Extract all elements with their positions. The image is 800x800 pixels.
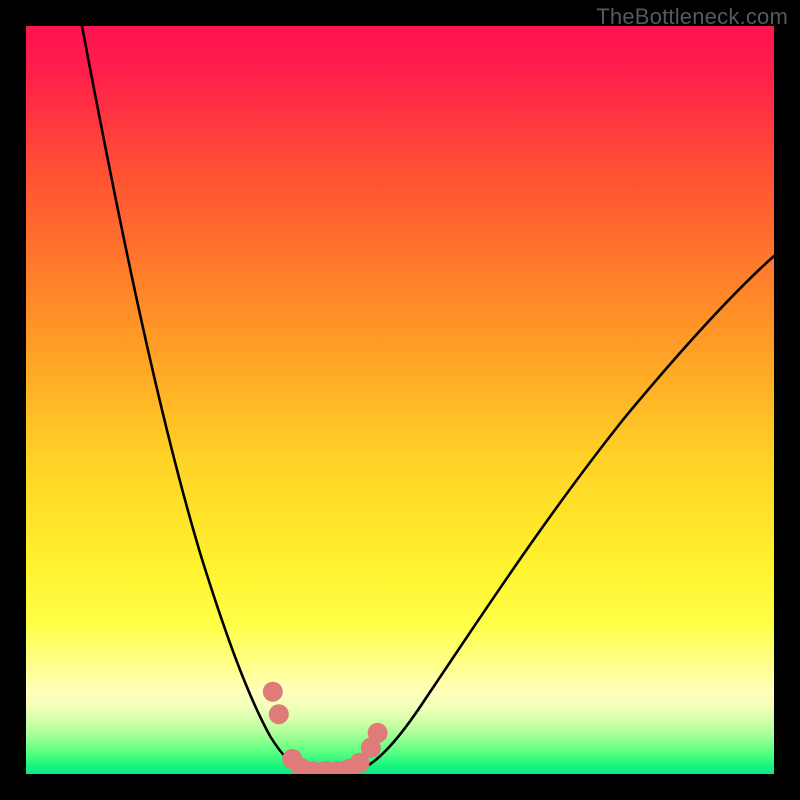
data-marker [368, 723, 388, 743]
data-marker [263, 682, 283, 702]
data-marker [269, 704, 289, 724]
data-marker-layer [26, 26, 774, 774]
chart-container: TheBottleneck.com [0, 0, 800, 800]
data-markers [263, 682, 388, 774]
watermark-text: TheBottleneck.com [596, 4, 788, 30]
plot-area [26, 26, 774, 774]
